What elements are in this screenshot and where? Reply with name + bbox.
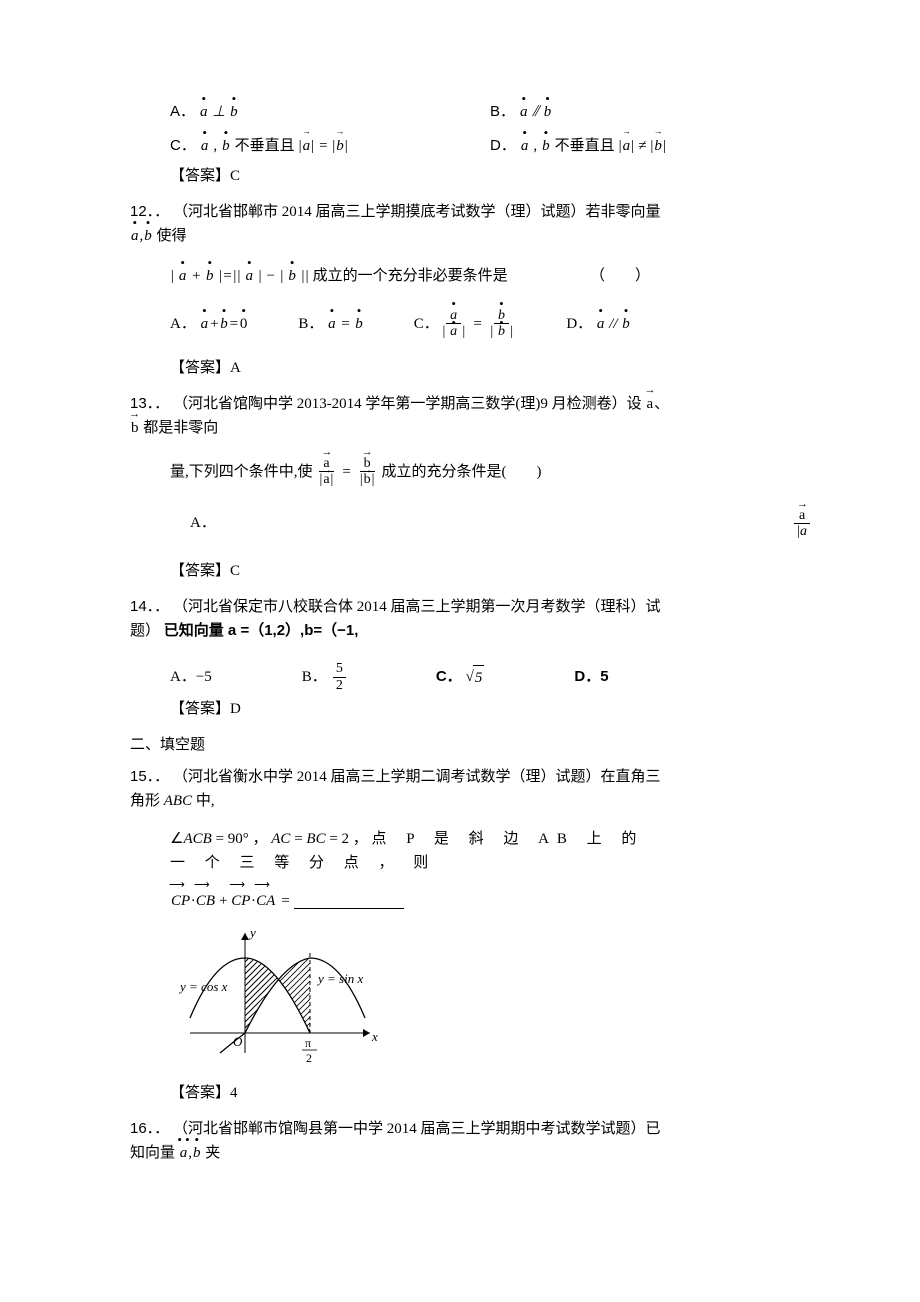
cos-label: y = cos x bbox=[178, 979, 228, 994]
q14-opt-D: D．5 bbox=[574, 665, 608, 689]
sin-label: y = sin x bbox=[316, 971, 363, 986]
q15-line1: ∠ACB = 90° ， AC = BC = 2 ， 点 P 是 斜 边 AB … bbox=[170, 827, 670, 875]
q11-opt-D: D． a• , b• 不垂直且 a→ ≠ b→ bbox=[490, 134, 810, 158]
q15-blank bbox=[294, 893, 404, 909]
q12-opt-C: C． a•| a• | = b•| b• | bbox=[414, 308, 517, 340]
q13-body: 量,下列四个条件中,使 a→|a→| = b→|b→| 成立的充分条件是( ) bbox=[170, 456, 670, 488]
q12-options: A． a•+b•=0• B． a• = b• C． a•| a• | = b•|… bbox=[170, 308, 670, 340]
q13-opt-A: A． bbox=[190, 511, 216, 535]
q14-answer: 【答案】D bbox=[170, 697, 670, 721]
q12-body: | a• + b• |=|| a• | − | b• || 成立的一个充分非必要… bbox=[170, 264, 670, 288]
q14-opt-A: A．−5 bbox=[170, 665, 212, 689]
q12-blank-paren: （ ） bbox=[590, 264, 650, 288]
q12-opt-A: A． a•+b•=0• bbox=[170, 312, 248, 336]
section-2-heading: 二、填空题 bbox=[130, 733, 670, 757]
q11-options-row2: C． a• , b• 不垂直且 a→ = b→ D． a• , b• 不垂直且 … bbox=[170, 134, 810, 158]
q15-figure: y x O y = cos x y = sin x π 2 bbox=[170, 923, 670, 1081]
q14: 14．． （河北省保定市八校联合体 2014 届高三上学期第一次月考数学（理科）… bbox=[130, 595, 670, 643]
q11-opt-B: B． a• ⫽ b• bbox=[490, 100, 810, 124]
q12-opt-D: D． a• // b• bbox=[566, 312, 630, 336]
q12-opt-B: B． a• = b• bbox=[298, 312, 363, 336]
q12-answer: 【答案】A bbox=[170, 356, 670, 380]
q11-options-row1: A． a• ⊥ b• B． a• ⫽ b• bbox=[170, 100, 810, 124]
q14-opt-C: C． 5 bbox=[436, 665, 485, 690]
q15: 15．． （河北省衡水中学 2014 届高三上学期二调考试数学（理）试题）在直角… bbox=[130, 765, 670, 813]
q15-expr: CP⟶ · CB⟶ + CP⟶ · CA⟶ = bbox=[170, 889, 670, 913]
axis-y-label: y bbox=[248, 925, 256, 940]
origin-label: O bbox=[233, 1034, 243, 1049]
q13-answer: 【答案】C bbox=[170, 559, 670, 583]
q13: 13．． （河北省馆陶中学 2013-2014 学年第一学期高三数学(理)9 月… bbox=[130, 392, 670, 440]
svg-text:π: π bbox=[305, 1036, 311, 1050]
q11-opt-A: A． a• ⊥ b• bbox=[170, 100, 490, 124]
q16: 16．． （河北省邯郸市馆陶县第一中学 2014 届高三上学期期中考试数学试题）… bbox=[130, 1117, 670, 1165]
q15-answer: 【答案】4 bbox=[170, 1081, 670, 1105]
q11-answer: 【答案】C bbox=[170, 164, 670, 188]
q11-opt-C: C． a• , b• 不垂直且 a→ = b→ bbox=[170, 134, 490, 158]
q12: 12．． （河北省邯郸市 2014 届高三上学期摸底考试数学（理）试题）若非零向… bbox=[130, 200, 670, 248]
q14-options: A．−5 B． 52 C． 5 D．5 bbox=[170, 661, 670, 693]
q14-opt-B: B． 52 bbox=[302, 661, 346, 693]
svg-text:2: 2 bbox=[306, 1051, 312, 1065]
q13-options: A． a→|a bbox=[190, 508, 810, 540]
axis-x-label: x bbox=[371, 1029, 378, 1044]
